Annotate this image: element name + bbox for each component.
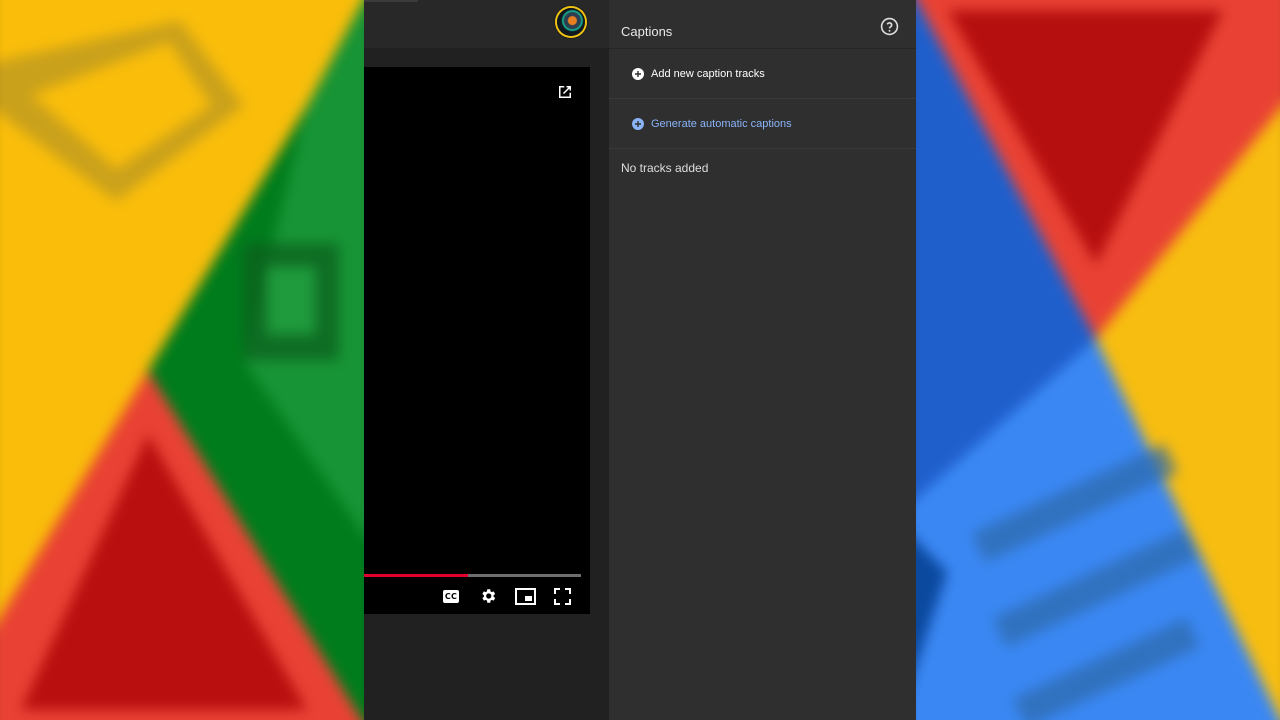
captions-panel: Captions Add new caption tracks Generate…	[609, 0, 916, 720]
generate-automatic-captions-label: Generate automatic captions	[651, 117, 792, 130]
miniplayer-button[interactable]	[514, 585, 536, 607]
fullscreen-button[interactable]	[551, 585, 573, 607]
add-circle-blue-icon	[632, 117, 644, 130]
avatar[interactable]	[557, 8, 585, 36]
closed-captions-button[interactable]: CC	[440, 585, 462, 607]
add-caption-tracks-button[interactable]: Add new caption tracks	[609, 49, 916, 99]
top-bar-divider	[364, 0, 418, 2]
captions-panel-header: Captions	[609, 0, 916, 49]
progress-bar[interactable]	[364, 574, 581, 577]
app-window: CC Captions Add new caption tracks Gener…	[364, 0, 916, 720]
empty-tracks-message: No tracks added	[621, 161, 709, 175]
closed-captions-icon: CC	[442, 589, 460, 603]
miniplayer-icon	[514, 587, 536, 605]
open-in-new-icon[interactable]	[556, 83, 574, 101]
video-player[interactable]: CC	[364, 67, 590, 614]
background-art-left	[0, 0, 364, 720]
add-caption-tracks-label: Add new caption tracks	[651, 67, 765, 80]
fullscreen-icon	[553, 587, 571, 605]
help-circle-icon[interactable]	[880, 17, 899, 36]
video-pane: CC	[364, 0, 609, 720]
panel-title: Captions	[621, 24, 673, 39]
settings-button[interactable]	[477, 585, 499, 607]
settings-gear-icon	[482, 589, 496, 603]
add-circle-icon	[632, 67, 644, 80]
progress-fill	[364, 574, 469, 577]
background-art-right	[916, 0, 1280, 720]
generate-automatic-captions-button[interactable]: Generate automatic captions	[609, 99, 916, 149]
top-bar	[364, 0, 609, 48]
